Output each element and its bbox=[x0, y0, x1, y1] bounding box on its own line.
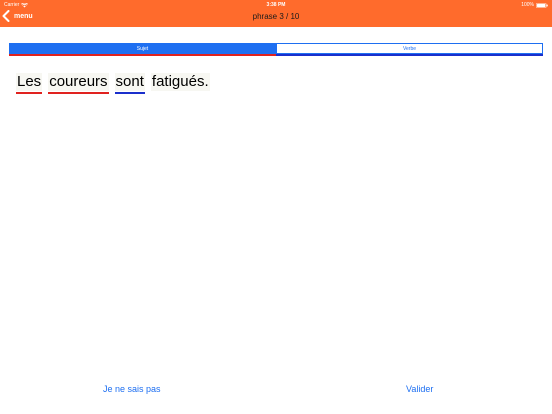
segment-sujet[interactable]: Sujet bbox=[9, 43, 276, 56]
validate-button[interactable]: Valider bbox=[406, 384, 433, 394]
back-button[interactable]: menu bbox=[2, 9, 33, 23]
status-time: 3:38 PM bbox=[266, 2, 286, 8]
word-underline bbox=[114, 92, 145, 94]
page-title: phrase 3 / 10 bbox=[252, 12, 300, 21]
segment-verbe[interactable]: Verbe bbox=[276, 43, 543, 56]
word-text: sont bbox=[115, 73, 144, 90]
status-battery: 100% bbox=[521, 2, 548, 8]
sentence: Les coureurs sont fatigués. bbox=[16, 73, 210, 94]
dont-know-button[interactable]: Je ne sais pas bbox=[103, 384, 161, 394]
battery-icon bbox=[536, 2, 548, 8]
word-text: Les bbox=[17, 73, 42, 90]
word-text: fatigués. bbox=[151, 73, 209, 90]
navigation-bar: Carrier 3:38 PM 100% menu phrase 3 / 10 bbox=[0, 0, 552, 27]
word-token[interactable]: fatigués. bbox=[150, 73, 210, 91]
category-segmented-control: Sujet Verbe bbox=[9, 43, 543, 57]
word-underline bbox=[16, 92, 43, 94]
segment-label: Verbe bbox=[402, 45, 417, 52]
word-token[interactable]: sont bbox=[114, 73, 145, 94]
chevron-left-icon bbox=[2, 10, 10, 22]
word-text: coureurs bbox=[49, 73, 108, 90]
word-token[interactable]: Les bbox=[16, 73, 43, 94]
battery-percent: 100% bbox=[521, 2, 534, 8]
word-underline bbox=[48, 92, 109, 94]
segment-label: Sujet bbox=[136, 45, 149, 52]
segment-color-bar bbox=[276, 54, 543, 56]
word-token[interactable]: coureurs bbox=[48, 73, 109, 94]
back-label: menu bbox=[14, 12, 33, 20]
segment-color-bar bbox=[9, 54, 276, 56]
